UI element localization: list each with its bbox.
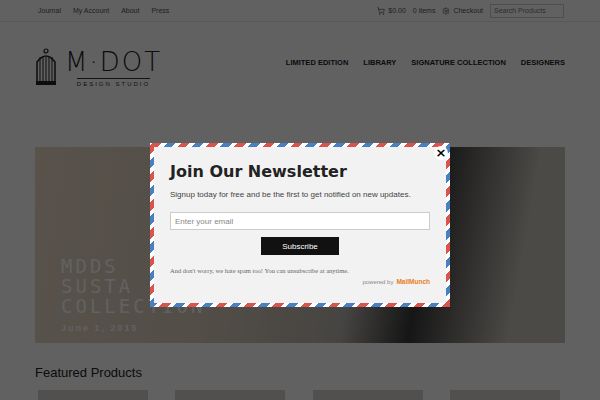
powered-label: powered by [362,279,393,285]
powered-by[interactable]: powered byMailMunch [170,278,430,285]
newsletter-modal: Join Our Newsletter Signup today for free… [150,143,450,307]
modal-body: Join Our Newsletter Signup today for free… [154,147,446,303]
spam-note: And don't worry, we hate spam too! You c… [170,267,430,274]
subscribe-button[interactable]: Subscribe [261,237,339,255]
modal-subtitle: Signup today for free and be the first t… [170,190,430,199]
modal-title: Join Our Newsletter [170,162,430,181]
close-button[interactable]: × [434,146,448,160]
email-input[interactable] [170,212,430,230]
brand-name: MailMunch [396,278,430,285]
page: JournalMy AccountAboutPress$0.000 itemsC… [0,0,600,400]
